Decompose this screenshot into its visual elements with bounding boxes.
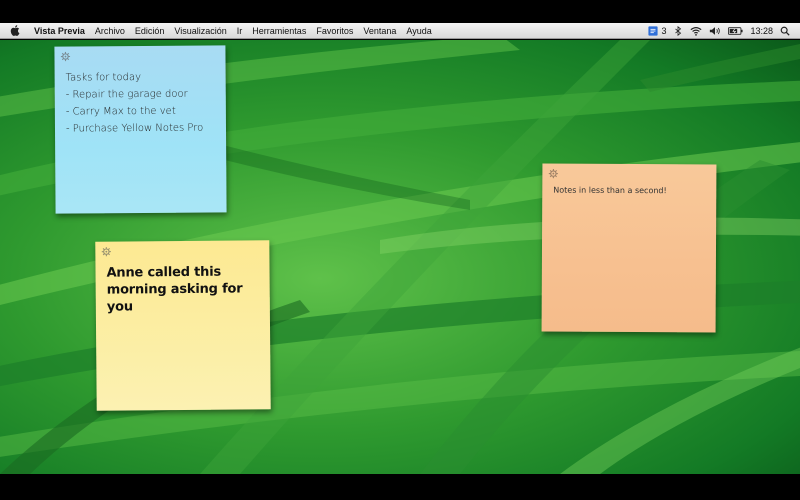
menu-ventana[interactable]: Ventana <box>358 26 401 36</box>
top-letterbox <box>0 0 800 23</box>
bluetooth-icon[interactable] <box>673 25 683 36</box>
menu-ayuda[interactable]: Ayuda <box>401 26 436 36</box>
gear-icon[interactable] <box>100 246 111 257</box>
battery-icon[interactable] <box>728 26 744 36</box>
menu-ir[interactable]: Ir <box>232 26 248 36</box>
status-menus: 3 13:28 <box>648 25 800 36</box>
apple-menu-icon[interactable] <box>10 25 24 36</box>
note-line: - Purchase Yellow Notes Pro <box>65 122 204 135</box>
note-line: - Carry Max to the vet <box>65 105 176 118</box>
note-line: - Repair the garage door <box>65 88 188 101</box>
menu-bar: Vista Previa Archivo Edición Visualizaci… <box>0 23 800 39</box>
menu-favoritos[interactable]: Favoritos <box>311 26 358 36</box>
menu-visualizacion[interactable]: Visualización <box>169 26 231 36</box>
bottom-letterbox <box>0 474 800 500</box>
gear-icon[interactable] <box>547 168 558 179</box>
note-text[interactable]: Tasks for today - Repair the garage door… <box>66 65 216 137</box>
note-text[interactable]: Notes in less than a second! <box>553 184 706 196</box>
spotlight-search-icon[interactable] <box>780 26 790 36</box>
notes-status-icon[interactable] <box>648 25 659 36</box>
note-line: Tasks for today <box>65 71 142 84</box>
notes-count: 3 <box>661 25 667 36</box>
menu-app-name[interactable]: Vista Previa <box>32 26 90 36</box>
sticky-note-blue[interactable]: Tasks for today - Repair the garage door… <box>54 45 227 214</box>
wifi-icon[interactable] <box>690 26 702 36</box>
menu-clock[interactable]: 13:28 <box>750 26 773 36</box>
volume-icon[interactable] <box>709 26 721 36</box>
menu-archivo[interactable]: Archivo <box>90 26 130 36</box>
note-text[interactable]: Anne called this morning asking for you <box>106 260 259 315</box>
menu-edicion[interactable]: Edición <box>130 26 170 36</box>
sticky-note-yellow[interactable]: Anne called this morning asking for you <box>95 240 271 411</box>
desktop-wallpaper: Tasks for today - Repair the garage door… <box>0 40 800 474</box>
menu-herramientas[interactable]: Herramientas <box>247 26 311 36</box>
sticky-note-orange[interactable]: Notes in less than a second! <box>541 163 717 333</box>
gear-icon[interactable] <box>59 50 70 61</box>
